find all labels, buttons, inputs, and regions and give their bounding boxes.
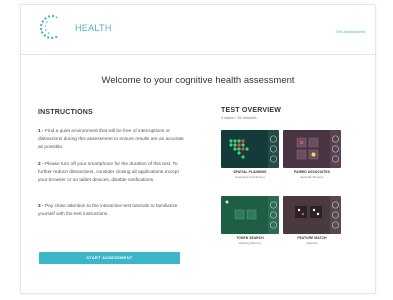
test-subtitle: Executive Functioning [235,175,265,179]
test-card-paired-associates: PAIRED ASSOCIATES Episodic Memory [283,130,341,179]
header: HEALTH Get Assessment [21,5,375,55]
overview-subtitle: 4 tasks / 15 minutes [221,115,257,120]
test-card-feature-match: FEATURE MATCH Attention [283,196,341,245]
test-card-token-search: TOKEN SEARCH Working Memory [221,196,279,245]
test-thumbnail [283,130,341,168]
test-overview-section: TEST OVERVIEW 4 tasks / 15 minutes [221,107,341,120]
feature-match-icon [295,196,341,234]
instruction-step-2: 2 - Please turn off your smartphone for … [38,161,188,185]
instruction-step-1: 1 - Find a quiet environment that will b… [38,128,188,152]
brand-name: HEALTH [75,23,112,33]
step-number: 2 - [38,162,44,167]
test-card-spatial-planning: SPATIAL PLANNING Executive Functioning [221,130,279,179]
start-assessment-button[interactable]: START ASSESSMENT [39,252,180,264]
instructions-title: INSTRUCTIONS [38,109,93,116]
test-subtitle: Working Memory [238,241,262,245]
step-text: Please turn off your smartphone for the … [38,162,179,183]
step-number: 1 - [38,129,44,134]
test-title: FEATURE MATCH [297,236,327,240]
step-number: 3 - [38,204,44,209]
instruction-step-3: 3 - Pay close attention to the interacti… [38,203,188,219]
test-subtitle: Episodic Memory [300,175,324,179]
token-search-icon [225,196,279,234]
test-thumbnail [283,196,341,234]
test-thumbnail [221,196,279,234]
spatial-planning-icon [229,130,279,168]
test-thumbnail [221,130,279,168]
test-subtitle: Attention [306,241,318,245]
step-text: Find a quiet environment that will be fr… [38,129,184,150]
test-title: SPATIAL PLANNING [233,170,267,174]
instructions-section: INSTRUCTIONS 1 - Find a quiet environmen… [38,109,188,217]
step-text: Pay close attention to the interactive t… [38,204,178,217]
page-title: Welcome to your cognitive health assessm… [101,75,295,86]
test-title: TOKEN SEARCH [236,236,264,240]
logo-icon [39,14,58,40]
overview-title: TEST OVERVIEW [221,107,282,114]
test-title: PAIRED ASSOCIATES [294,170,330,174]
paired-associates-icon [296,130,341,168]
header-link[interactable]: Get Assessment [336,29,365,34]
